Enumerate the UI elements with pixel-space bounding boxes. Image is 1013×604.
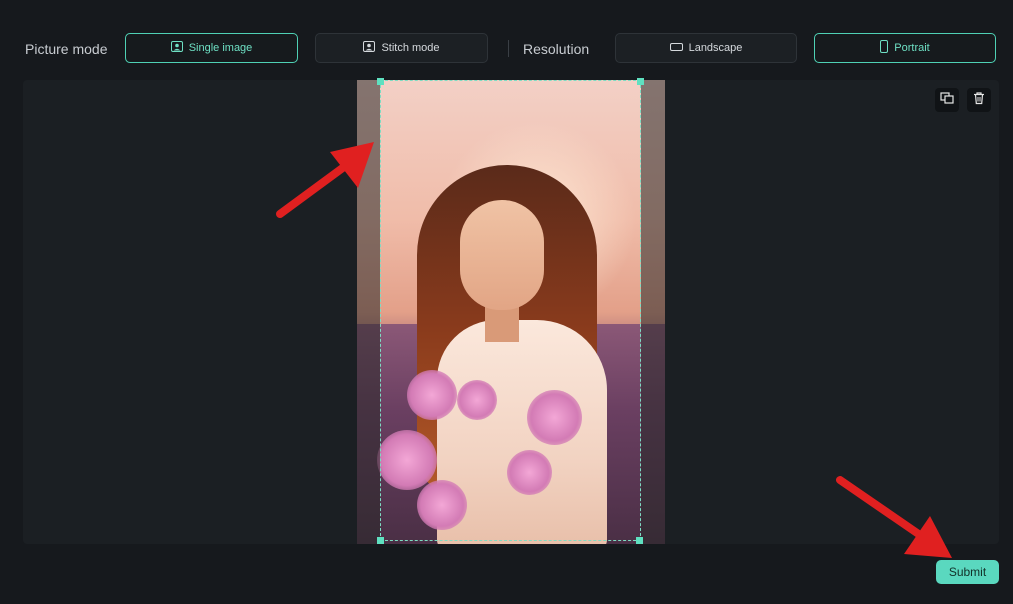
picture-mode-label: Picture mode: [25, 41, 108, 57]
crop-handle-bottom-right[interactable]: [636, 537, 643, 544]
single-image-button[interactable]: Single image: [125, 33, 298, 63]
submit-button[interactable]: Submit: [936, 560, 999, 584]
stitch-icon: [363, 41, 376, 55]
toolbar: Picture mode Single image Stitch mode Re…: [0, 0, 1013, 80]
landscape-button[interactable]: Landscape: [615, 33, 797, 63]
image-icon: [170, 41, 183, 55]
stitch-mode-button[interactable]: Stitch mode: [315, 33, 488, 63]
annotation-arrow-down: [836, 476, 952, 558]
trash-icon: [972, 91, 986, 110]
delete-image-button[interactable]: [967, 88, 991, 112]
portrait-button[interactable]: Portrait: [814, 33, 996, 63]
portrait-label: Portrait: [894, 42, 930, 54]
landscape-label: Landscape: [688, 42, 743, 54]
replace-image-icon: [940, 91, 954, 110]
crop-handle-top-right[interactable]: [637, 78, 644, 85]
landscape-icon: [669, 42, 683, 54]
replace-image-button[interactable]: [935, 88, 959, 112]
stitch-mode-label: Stitch mode: [381, 42, 440, 54]
portrait-icon: [880, 40, 889, 56]
crop-shade-right: [641, 80, 665, 544]
crop-frame[interactable]: [380, 80, 641, 541]
resolution-label: Resolution: [523, 41, 590, 57]
annotation-arrow-up: [276, 142, 374, 218]
single-image-label: Single image: [188, 42, 253, 54]
crop-handle-bottom-left[interactable]: [377, 537, 384, 544]
crop-handle-top-left[interactable]: [377, 78, 384, 85]
toolbar-divider: [508, 40, 509, 57]
